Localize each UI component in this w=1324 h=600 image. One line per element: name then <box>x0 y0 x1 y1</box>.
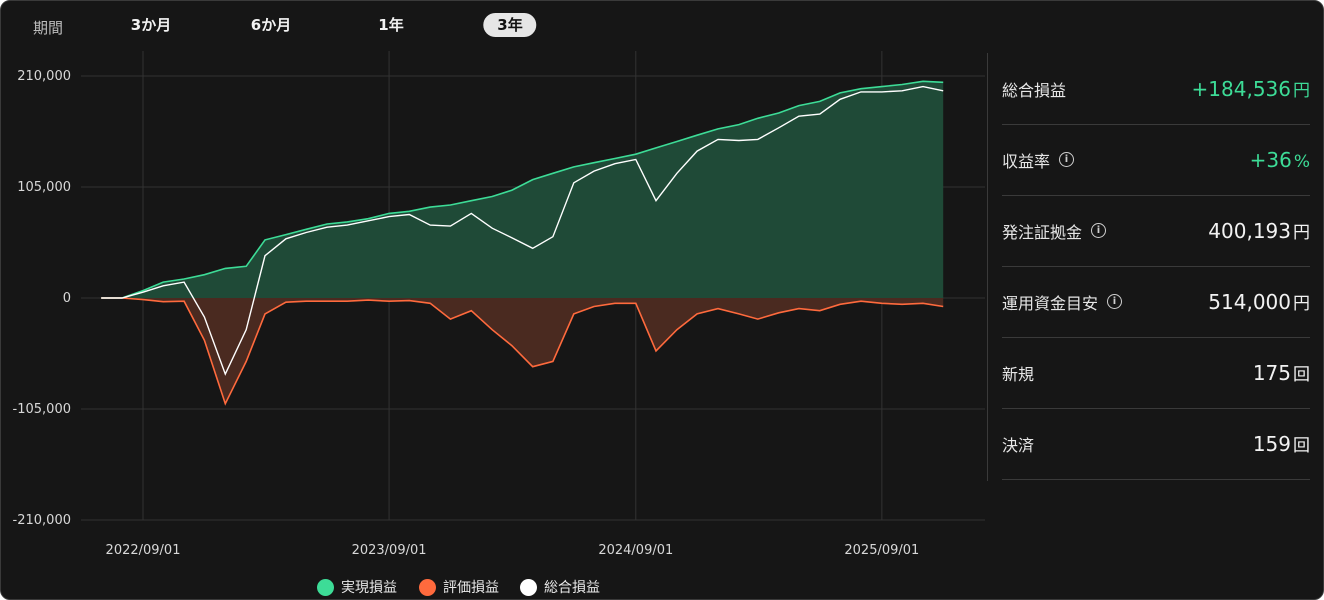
stat-label: 運用資金目安 i <box>1002 290 1123 314</box>
stat-value-number: 400,193 <box>1208 219 1291 243</box>
stat-label: 発注証拠金 i <box>1002 219 1107 243</box>
legend-dot-unrealized <box>419 578 436 596</box>
stat-value: +184,536 円 <box>1192 76 1310 101</box>
stat-value: 400,193 円 <box>1208 218 1310 243</box>
stat-label-text: 発注証拠金 <box>1002 222 1083 242</box>
legend-dot-total <box>520 578 537 596</box>
chart-legend: 実現損益 評価損益 総合損益 <box>1 577 981 597</box>
stat-settlements: 決済 159 回 <box>1002 408 1310 480</box>
stat-label-text: 収益率 <box>1002 151 1051 171</box>
stat-value-number: 175 <box>1252 361 1291 385</box>
stat-label: 新規 <box>1002 361 1034 385</box>
stat-return-rate: 収益率 i +36% <box>1002 124 1310 196</box>
info-icon[interactable]: i <box>1059 152 1075 167</box>
stats-panel: 総合損益 +184,536 円 収益率 i +36% 発注証拠金 i 400,193 円… <box>987 53 1310 481</box>
legend-label-unrealized: 評価損益 <box>443 580 499 596</box>
stat-new-orders: 新規 175 回 <box>1002 337 1310 409</box>
legend-label-total: 総合損益 <box>544 580 600 596</box>
stat-total-pnl: 総合損益 +184,536 円 <box>1002 53 1310 125</box>
stat-unit: 回 <box>1293 365 1310 385</box>
stat-value-number: 514,000 <box>1208 290 1291 314</box>
pnl-chart: 210,000 105,000 0 -105,000 -210,000 2022/09/0… <box>13 51 985 558</box>
stat-value: 514,000 円 <box>1208 289 1310 314</box>
stat-unit: 円 <box>1293 223 1310 243</box>
stat-order-margin: 発注証拠金 i 400,193 円 <box>1002 195 1310 267</box>
pnl-panel: 期間 3か月 6か月 1年 3年 210,000 105,000 0 -105,000… <box>0 0 1324 600</box>
legend-label-realized: 実現損益 <box>341 580 397 596</box>
stat-label: 総合損益 <box>1002 77 1066 101</box>
stat-label-text: 決済 <box>1002 435 1035 455</box>
legend-item-realized: 実現損益 <box>317 577 397 597</box>
stat-unit: 回 <box>1293 436 1310 456</box>
stat-unit: 円 <box>1293 294 1310 314</box>
stat-label-text: 運用資金目安 <box>1002 293 1099 313</box>
stat-label-text: 新規 <box>1002 364 1035 384</box>
y-tick-label: 210,000 <box>17 69 71 84</box>
y-tick-label: 105,000 <box>17 180 71 195</box>
stat-unit: 円 <box>1293 81 1310 101</box>
stat-label-text: 総合損益 <box>1002 80 1067 100</box>
info-icon[interactable]: i <box>1091 223 1107 238</box>
stat-label: 決済 <box>1002 432 1034 456</box>
stat-value-number: +36 <box>1249 147 1292 172</box>
legend-item-unrealized: 評価損益 <box>419 577 499 597</box>
x-tick-label: 2022/09/01 <box>106 543 181 558</box>
x-tick-label: 2023/09/01 <box>352 543 427 558</box>
info-icon[interactable]: i <box>1107 294 1123 309</box>
stat-value: +36% <box>1250 148 1310 172</box>
legend-dot-realized <box>317 578 334 596</box>
stat-unit: % <box>1293 151 1310 172</box>
stat-value-number: +184,536 <box>1191 77 1291 101</box>
x-tick-label: 2024/09/01 <box>598 543 673 558</box>
y-tick-label: -105,000 <box>13 402 71 417</box>
legend-item-total: 総合損益 <box>520 577 600 597</box>
y-tick-label: -210,000 <box>13 513 71 528</box>
unrealized-area <box>101 298 944 404</box>
y-tick-label: 0 <box>63 291 71 306</box>
stat-operating-fund: 運用資金目安 i 514,000 円 <box>1002 266 1310 338</box>
stat-label: 収益率 i <box>1002 148 1075 172</box>
x-tick-label: 2025/09/01 <box>844 543 919 558</box>
stat-value: 159 回 <box>1253 431 1310 456</box>
stat-value-number: 159 <box>1252 432 1291 456</box>
stat-value: 175 回 <box>1253 360 1310 385</box>
